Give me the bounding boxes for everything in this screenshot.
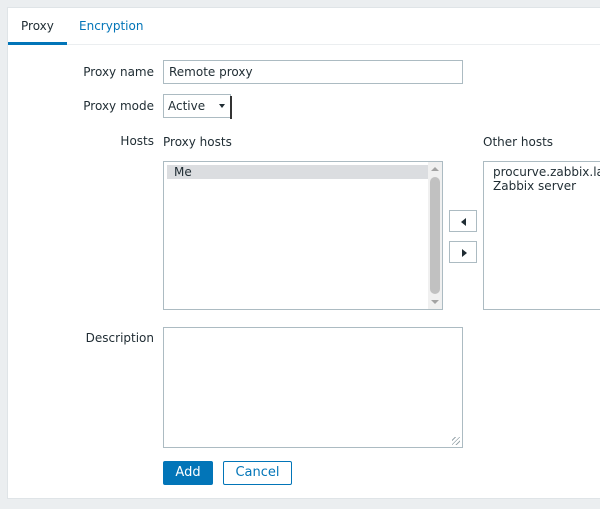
proxy-hosts-scrollbar[interactable] xyxy=(428,162,442,309)
scroll-down-icon[interactable] xyxy=(431,300,439,304)
proxy-hosts-listbox[interactable]: Me xyxy=(163,161,443,310)
select-shadow xyxy=(230,96,232,119)
tab-bar: Proxy Encryption xyxy=(8,8,600,45)
tab-encryption[interactable]: Encryption xyxy=(66,8,156,45)
list-item[interactable]: Zabbix server xyxy=(486,179,600,193)
triangle-left-icon xyxy=(461,218,466,226)
proxy-name-label: Proxy name xyxy=(83,65,154,79)
other-hosts-label: Other hosts xyxy=(483,135,554,149)
cancel-button[interactable]: Cancel xyxy=(223,461,292,485)
resize-grip-icon[interactable] xyxy=(452,437,460,445)
scroll-up-icon[interactable] xyxy=(431,167,439,171)
hosts-label: Hosts xyxy=(120,134,154,148)
proxy-name-input[interactable]: Remote proxy xyxy=(163,60,463,84)
add-button[interactable]: Add xyxy=(163,461,213,485)
other-hosts-listbox[interactable]: procurve.zabbix.lan Zabbix server xyxy=(483,161,600,310)
proxy-mode-value: Active xyxy=(168,99,206,113)
triangle-right-icon xyxy=(462,249,467,257)
proxy-form-panel: Proxy Encryption Proxy name Remote proxy… xyxy=(7,7,600,499)
description-textarea[interactable] xyxy=(163,327,463,448)
proxy-hosts-label: Proxy hosts xyxy=(163,135,232,149)
description-label: Description xyxy=(85,331,154,345)
proxy-mode-select[interactable]: Active xyxy=(163,94,232,119)
proxy-mode-label: Proxy mode xyxy=(83,99,154,113)
move-right-button[interactable] xyxy=(449,241,477,263)
chevron-down-icon xyxy=(219,104,225,108)
list-item[interactable]: Me xyxy=(167,165,428,179)
tab-proxy[interactable]: Proxy xyxy=(8,8,67,45)
list-item[interactable]: procurve.zabbix.lan xyxy=(486,165,600,179)
scroll-thumb[interactable] xyxy=(430,177,440,294)
move-left-button[interactable] xyxy=(449,210,477,232)
